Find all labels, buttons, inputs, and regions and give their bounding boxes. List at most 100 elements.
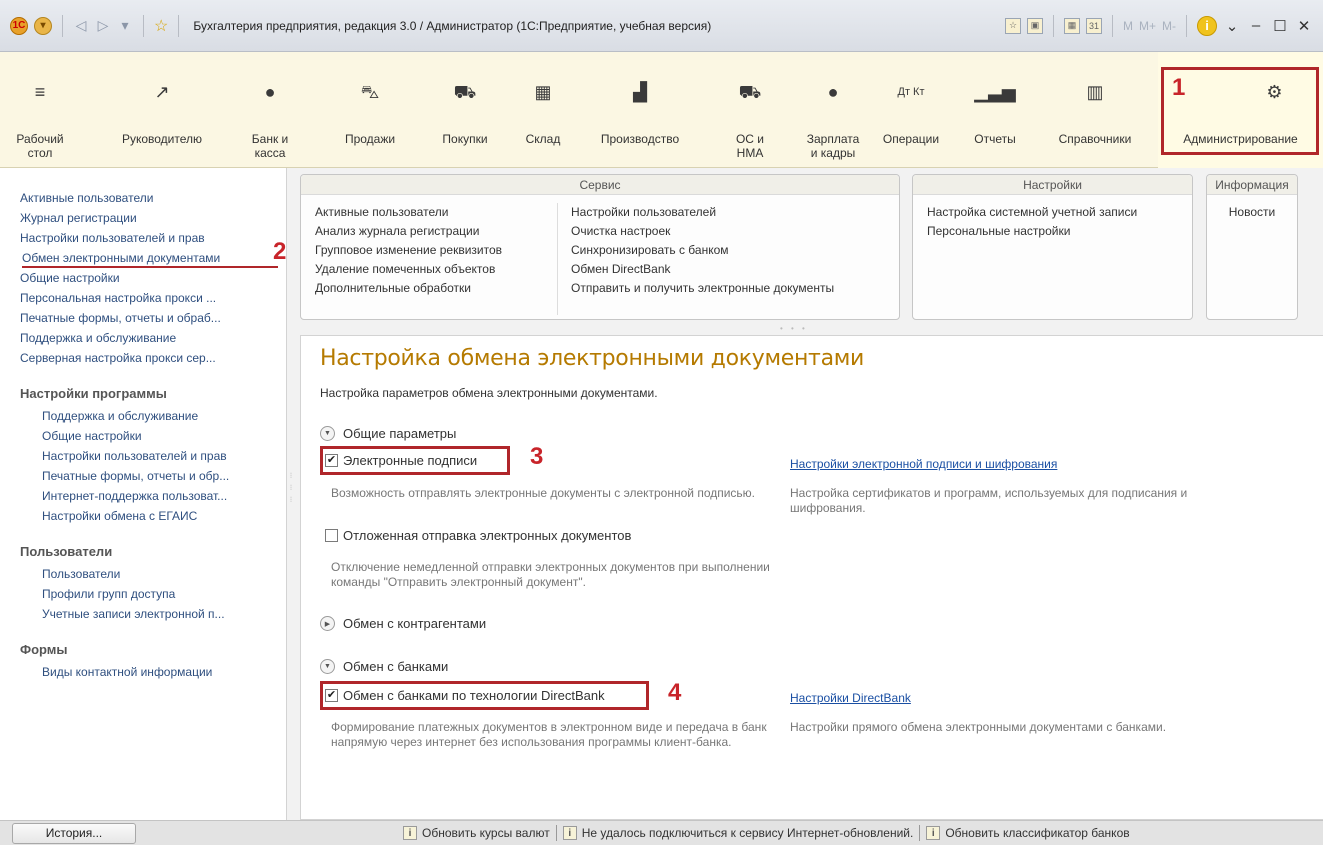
- forward-arrow-icon[interactable]: ▷: [95, 17, 111, 34]
- nav-item-general-settings-sub[interactable]: Общие настройки: [0, 426, 270, 446]
- cmd-user-settings[interactable]: Настройки пользователей: [571, 203, 834, 222]
- settings-box: Настройки Настройка системной учетной за…: [912, 174, 1193, 320]
- cmd-log-analysis[interactable]: Анализ журнала регистрации: [315, 222, 502, 241]
- checkbox-checked-icon[interactable]: ✔: [325, 454, 338, 467]
- section-sales[interactable]: ⛍ Продажи: [330, 52, 410, 168]
- nav-item-internet-support[interactable]: Интернет-поддержка пользоват...: [0, 486, 270, 506]
- history-dropdown-icon[interactable]: ▾: [117, 17, 133, 34]
- info-column: Новости: [1207, 203, 1297, 222]
- expand-right-icon[interactable]: ▶: [320, 616, 335, 631]
- section-desktop[interactable]: ≡ Рабочий стол: [8, 52, 72, 168]
- nav-item-server-proxy[interactable]: Серверная настройка прокси сер...: [0, 348, 270, 368]
- expand-down-icon[interactable]: ▼: [320, 426, 335, 441]
- signatures-checkbox[interactable]: ✔ Электронные подписи: [325, 453, 477, 468]
- section-label: Справочники: [1058, 132, 1132, 146]
- sections-panel: ≡ Рабочий стол ↗ Руководителю ● Банк и к…: [0, 52, 1323, 168]
- cmd-additional-processing[interactable]: Дополнительные обработки: [315, 279, 502, 298]
- deferred-send-checkbox[interactable]: Отложенная отправка электронных документ…: [325, 528, 631, 543]
- section-salary[interactable]: ● Зарплата и кадры: [798, 52, 868, 168]
- favorites-icon[interactable]: ☆: [1004, 17, 1021, 34]
- signature-link-hint: Настройка сертификатов и программ, испол…: [790, 486, 1188, 515]
- directbank-hint: Формирование платежных документов в элек…: [331, 720, 767, 749]
- nav-item-users-rights-sub[interactable]: Настройки пользователей и прав: [0, 446, 270, 466]
- cmd-sync-bank[interactable]: Синхронизировать с банком: [571, 241, 834, 260]
- nav-item-users[interactable]: Пользователи: [0, 564, 270, 584]
- memory-m-button[interactable]: M: [1123, 19, 1133, 33]
- checkbox-unchecked-icon[interactable]: [325, 529, 338, 542]
- section-label: ОС и НМА: [735, 132, 765, 160]
- section-production[interactable]: ▟ Производство: [585, 52, 695, 168]
- cmd-personal-settings[interactable]: Персональные настройки: [927, 222, 1137, 241]
- signature-settings-link[interactable]: Настройки электронной подписи и шифрован…: [790, 457, 1057, 471]
- calendar-icon[interactable]: 31: [1085, 17, 1102, 34]
- cmd-system-account[interactable]: Настройка системной учетной записи: [927, 203, 1137, 222]
- trend-chart-icon: ↗: [154, 82, 170, 102]
- section-warehouse[interactable]: ▦ Склад: [518, 52, 568, 168]
- separator: [1111, 14, 1113, 37]
- nav-item-users-rights[interactable]: Настройки пользователей и прав: [0, 228, 270, 248]
- notification-update-error[interactable]: i Не удалось подключиться к сервису Инте…: [562, 825, 913, 841]
- minimize-dropdown-icon[interactable]: ⌄: [1223, 17, 1241, 35]
- memory-m-plus-button[interactable]: M+: [1139, 19, 1156, 33]
- nav-item-egais[interactable]: Настройки обмена с ЕГАИС: [0, 506, 270, 526]
- close-icon[interactable]: ✕: [1295, 17, 1313, 35]
- back-arrow-icon[interactable]: ◁: [73, 17, 89, 34]
- cmd-active-users[interactable]: Активные пользователи: [315, 203, 502, 222]
- separator: [1186, 14, 1187, 37]
- nav-item-contact-info-kinds[interactable]: Виды контактной информации: [0, 662, 270, 682]
- service-header: Сервис: [301, 175, 899, 195]
- annotation-number-2: 2: [273, 238, 287, 265]
- cmd-send-receive-edi[interactable]: Отправить и получить электронные докумен…: [571, 279, 834, 298]
- info-icon[interactable]: i: [1197, 15, 1217, 36]
- annotation-number-4: 4: [668, 679, 682, 706]
- expand-down-icon[interactable]: ▼: [320, 659, 335, 674]
- nav-item-event-log[interactable]: Журнал регистрации: [0, 208, 270, 228]
- nav-item-email-accounts[interactable]: Учетные записи электронной п...: [0, 604, 270, 624]
- notification-currency[interactable]: i Обновить курсы валют: [403, 825, 550, 841]
- books-icon: ▥: [1086, 82, 1104, 102]
- nav-item-active-users[interactable]: Активные пользователи: [0, 188, 270, 208]
- group-banks[interactable]: ▼ Обмен с банками: [320, 659, 448, 674]
- calculator-icon[interactable]: ▦: [1063, 17, 1080, 34]
- history-button[interactable]: История...: [12, 823, 136, 844]
- column-divider: [557, 203, 558, 315]
- left-navigation: Активные пользователи Журнал регистрации…: [0, 168, 287, 820]
- nav-item-personal-proxy[interactable]: Персональная настройка прокси ...: [0, 288, 270, 308]
- favorite-star-icon[interactable]: ☆: [154, 16, 168, 36]
- app-logo-icon[interactable]: 1С: [10, 16, 28, 35]
- nav-item-support[interactable]: Поддержка и обслуживание: [0, 328, 270, 348]
- nav-item-edi[interactable]: Обмен электронными документами: [22, 248, 278, 268]
- maximize-icon[interactable]: ☐: [1271, 17, 1289, 35]
- memory-m-minus-button[interactable]: M-: [1162, 19, 1176, 33]
- notification-bank-classifier[interactable]: i Обновить классификатор банков: [926, 825, 1130, 841]
- nav-item-print-forms[interactable]: Печатные формы, отчеты и обраб...: [0, 308, 270, 328]
- section-operations[interactable]: Дт Кт Операции: [876, 52, 946, 168]
- panel-resize-handle[interactable]: • • •: [780, 324, 808, 333]
- section-fixed-assets[interactable]: ⛟ ОС и НМА: [725, 52, 775, 168]
- cmd-clear-settings[interactable]: Очистка настроек: [571, 222, 834, 241]
- separator: [555, 825, 557, 841]
- bookmark-icon[interactable]: ▣: [1026, 17, 1043, 34]
- section-references[interactable]: ▥ Справочники: [1045, 52, 1145, 168]
- section-management[interactable]: ↗ Руководителю: [112, 52, 212, 168]
- minimize-icon[interactable]: –: [1247, 17, 1265, 34]
- group-counterparties[interactable]: ▶ Обмен с контрагентами: [320, 616, 486, 631]
- cmd-group-change[interactable]: Групповое изменение реквизитов: [315, 241, 502, 260]
- checkbox-checked-icon[interactable]: ✔: [325, 689, 338, 702]
- directbank-checkbox[interactable]: ✔ Обмен с банками по технологии DirectBa…: [325, 688, 605, 703]
- section-bank-cash[interactable]: ● Банк и касса: [240, 52, 300, 168]
- section-label: Склад: [525, 132, 561, 146]
- main-menu-icon[interactable]: ▾: [34, 16, 52, 35]
- nav-item-support-sub[interactable]: Поддержка и обслуживание: [0, 406, 270, 426]
- section-reports[interactable]: ▁▃▅ Отчеты: [960, 52, 1030, 168]
- section-purchases[interactable]: ⛟ Покупки: [430, 52, 500, 168]
- cmd-delete-marked[interactable]: Удаление помеченных объектов: [315, 260, 502, 279]
- panel-splitter[interactable]: ⁝ ⁝ ⁝: [287, 470, 295, 530]
- directbank-settings-link[interactable]: Настройки DirectBank: [790, 691, 911, 705]
- nav-item-general-settings[interactable]: Общие настройки: [0, 268, 270, 288]
- group-general-params[interactable]: ▼ Общие параметры: [320, 426, 456, 441]
- cmd-directbank[interactable]: Обмен DirectBank: [571, 260, 834, 279]
- nav-item-print-forms-sub[interactable]: Печатные формы, отчеты и обр...: [0, 466, 270, 486]
- cmd-news[interactable]: Новости: [1207, 203, 1297, 222]
- nav-item-access-groups[interactable]: Профили групп доступа: [0, 584, 270, 604]
